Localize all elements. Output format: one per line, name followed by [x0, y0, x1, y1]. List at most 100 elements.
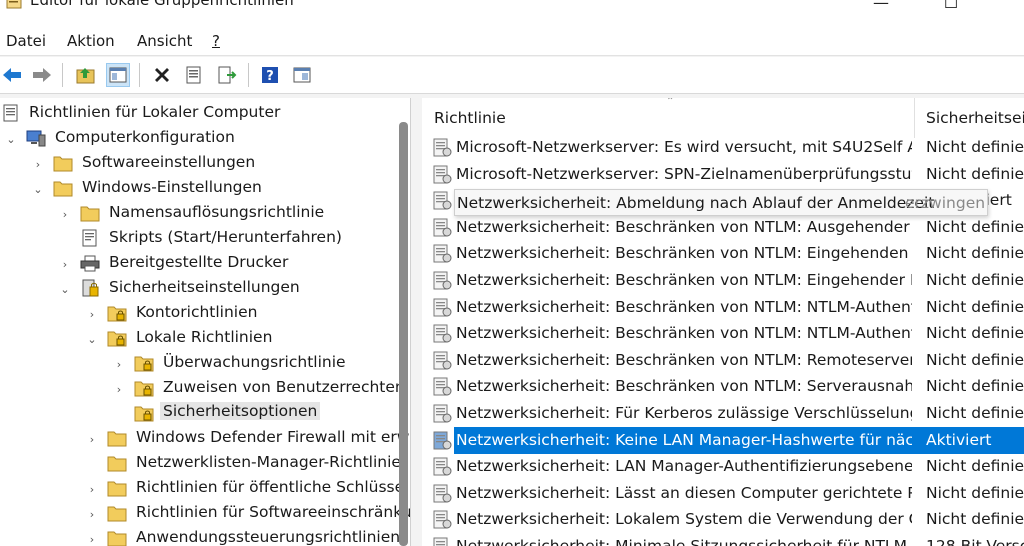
tree-label: Lokale Richtlinien [136, 328, 273, 346]
locked-folder-icon [134, 404, 154, 422]
table-row[interactable]: Netzwerksicherheit: Beschränken von NTLM… [422, 240, 1024, 267]
chevron-right-icon[interactable]: › [58, 207, 72, 221]
table-row[interactable]: Netzwerksicherheit: Beschränken von NTLM… [422, 214, 1024, 241]
chevron-right-icon[interactable]: › [112, 382, 126, 396]
delete-icon[interactable] [150, 63, 174, 87]
back-arrow-icon[interactable] [0, 63, 24, 87]
folder-icon [107, 504, 127, 522]
tree-item-lokale-richtlinien[interactable]: ⌄ Lokale Richtlinien [0, 326, 395, 351]
table-row[interactable]: Netzwerksicherheit: Beschränken von NTLM… [422, 294, 1024, 321]
toolbar-separator [62, 63, 63, 87]
tree-label: Richtlinien für Softwareeinschränku [136, 503, 411, 521]
table-row[interactable]: Netzwerksicherheit: LAN Manager-Authenti… [422, 453, 1024, 480]
chevron-right-icon[interactable]: › [85, 532, 99, 546]
tree-item-windows-einstellungen[interactable]: ⌄ Windows-Einstellungen [0, 176, 395, 201]
tree-item-sicherheitsoptionen[interactable]: Sicherheitsoptionen [0, 401, 395, 426]
table-row[interactable]: Netzwerksicherheit: Für Kerberos zulässi… [422, 400, 1024, 427]
tree-label: Sicherheitseinstellungen [109, 278, 300, 296]
tree-item-skripts[interactable]: Skripts (Start/Herunterfahren) [0, 226, 395, 251]
policy-value: Nicht definier [926, 138, 1024, 156]
tree-item-benutzerrechte[interactable]: › Zuweisen von Benutzerrechten [0, 376, 405, 401]
extended-view-icon[interactable] [290, 63, 314, 87]
menu-help[interactable]: ? [212, 32, 220, 50]
policy-name: Netzwerksicherheit: Beschränken von NTLM… [456, 244, 912, 263]
tree-item-softwareeinschraenkung[interactable]: › Richtlinien für Softwareeinschränku [0, 501, 410, 526]
maximize-button[interactable]: ☐ [928, 0, 974, 14]
policy-setting-icon [432, 244, 452, 264]
chevron-down-icon[interactable]: ⌄ [4, 132, 18, 146]
menu-ansicht[interactable]: Ansicht [137, 32, 192, 50]
tree-label: Windows Defender Firewall mit erw [136, 428, 410, 446]
tree-item-sicherheitseinstellungen[interactable]: ⌄ Sicherheitseinstellungen [0, 276, 395, 301]
chevron-down-icon[interactable]: ⌄ [58, 282, 72, 296]
menu-aktion[interactable]: Aktion [67, 32, 115, 50]
tree-scrollbar-thumb[interactable] [399, 122, 408, 546]
help-icon[interactable]: ? [258, 63, 282, 87]
chevron-right-icon[interactable]: › [85, 432, 99, 446]
up-folder-icon[interactable] [74, 63, 98, 87]
menu-datei[interactable]: Datei [6, 32, 46, 50]
table-row[interactable]: Netzwerksicherheit: Lässt an diesen Comp… [422, 480, 1024, 507]
policy-value: Nicht definier [926, 457, 1024, 476]
show-hide-tree-icon[interactable] [106, 63, 130, 87]
tree-item-netzwerklisten[interactable]: Netzwerklisten-Manager-Richtlinie [0, 451, 401, 476]
computer-icon [26, 129, 46, 147]
table-row[interactable]: Microsoft-Netzwerkserver: SPN-Zielnamenü… [422, 161, 1024, 188]
chevron-right-icon[interactable]: › [31, 157, 45, 171]
policy-name: Netzwerksicherheit: LAN Manager-Authenti… [456, 457, 912, 476]
policy-setting-icon [432, 165, 452, 185]
policy-list-pane[interactable]: ⌃ Richtlinie Sicherheitseir Microsoft-Ne… [422, 98, 1024, 546]
chevron-right-icon[interactable]: › [85, 307, 99, 321]
column-divider[interactable] [914, 98, 915, 138]
properties-icon[interactable] [182, 63, 206, 87]
locked-folder-icon [107, 329, 127, 347]
table-row[interactable]: Microsoft-Netzwerkserver: Es wird versuc… [422, 134, 1024, 161]
folder-icon [107, 479, 127, 497]
tree-item-kontorichtlinien[interactable]: › Kontorichtlinien [0, 301, 395, 326]
tree-label: Überwachungsrichtlinie [163, 353, 346, 371]
tooltip-text: Netzwerksicherheit: Abmeldung nach Ablau… [457, 194, 935, 212]
tree-pane[interactable]: Richtlinien für Lokaler Computer ⌄ Compu… [0, 98, 411, 546]
policy-value: Nicht definier [926, 244, 1024, 263]
tree-item-drucker[interactable]: › Bereitgestellte Drucker [0, 251, 395, 276]
table-row[interactable]: Netzwerksicherheit: Minimale Sitzungssic… [422, 533, 1024, 546]
table-row[interactable]: Netzwerksicherheit: Keine LAN Manager-Ha… [422, 426, 1024, 454]
policy-name: Netzwerksicherheit: Beschränken von NTLM… [456, 324, 912, 343]
list-header: ⌃ Richtlinie Sicherheitseir [422, 98, 1024, 138]
policy-value: Nicht definier [926, 377, 1024, 396]
script-icon [80, 229, 100, 247]
policy-value: Nicht definier [926, 297, 1024, 316]
tree-item-ueberwachung[interactable]: › Überwachungsrichtlinie [0, 351, 395, 376]
chevron-right-icon[interactable]: › [58, 257, 72, 271]
policy-name: Netzwerksicherheit: Beschränken von NTLM… [456, 217, 912, 236]
table-row[interactable]: Netzwerksicherheit: Beschränken von NTLM… [422, 320, 1024, 347]
chevron-down-icon[interactable]: ⌄ [85, 332, 99, 346]
chevron-right-icon[interactable]: › [112, 357, 126, 371]
column-header-policy[interactable]: Richtlinie [434, 109, 506, 127]
tree-scrollbar[interactable] [397, 122, 410, 546]
tree-item-namensaufloesung[interactable]: › Namensauflösungsrichtlinie [0, 201, 395, 226]
tree-label: Softwareeinstellungen [82, 153, 256, 171]
tree-item-anwendungssteuerung[interactable]: › Anwendungssteuerungsrichtlinien [0, 526, 400, 546]
chevron-right-icon[interactable]: › [85, 507, 99, 521]
table-row[interactable]: Netzwerksicherheit: Beschränken von NTLM… [422, 347, 1024, 374]
policy-name: Netzwerksicherheit: Minimale Sitzungssic… [456, 537, 912, 546]
tree-item-root[interactable]: Richtlinien für Lokaler Computer [0, 101, 395, 126]
table-row[interactable]: Netzwerksicherheit: Lokalem System die V… [422, 506, 1024, 533]
column-header-setting[interactable]: Sicherheitseir [926, 109, 1024, 127]
tree-item-defender-firewall[interactable]: › Windows Defender Firewall mit erw [0, 426, 409, 451]
tree-item-oeffentliche-schluessel[interactable]: › Richtlinien für öffentliche Schlüssel [0, 476, 408, 501]
policy-name: Netzwerksicherheit: Lokalem System die V… [456, 510, 912, 529]
tree-item-computerkonfiguration[interactable]: ⌄ Computerkonfiguration [0, 126, 395, 151]
policy-name: Microsoft-Netzwerkserver: Es wird versuc… [456, 138, 912, 156]
table-row[interactable]: Netzwerksicherheit: Beschränken von NTLM… [422, 267, 1024, 294]
policy-name: Netzwerksicherheit: Keine LAN Manager-Ha… [456, 430, 912, 449]
policy-setting-icon [432, 351, 452, 371]
tree-item-softwareeinstellungen[interactable]: › Softwareeinstellungen [0, 151, 395, 176]
chevron-down-icon[interactable]: ⌄ [31, 182, 45, 196]
chevron-right-icon[interactable]: › [85, 482, 99, 496]
forward-arrow-icon[interactable] [30, 63, 54, 87]
minimize-button[interactable]: — [858, 0, 904, 14]
export-list-icon[interactable] [215, 63, 239, 87]
table-row[interactable]: Netzwerksicherheit: Beschränken von NTLM… [422, 373, 1024, 400]
